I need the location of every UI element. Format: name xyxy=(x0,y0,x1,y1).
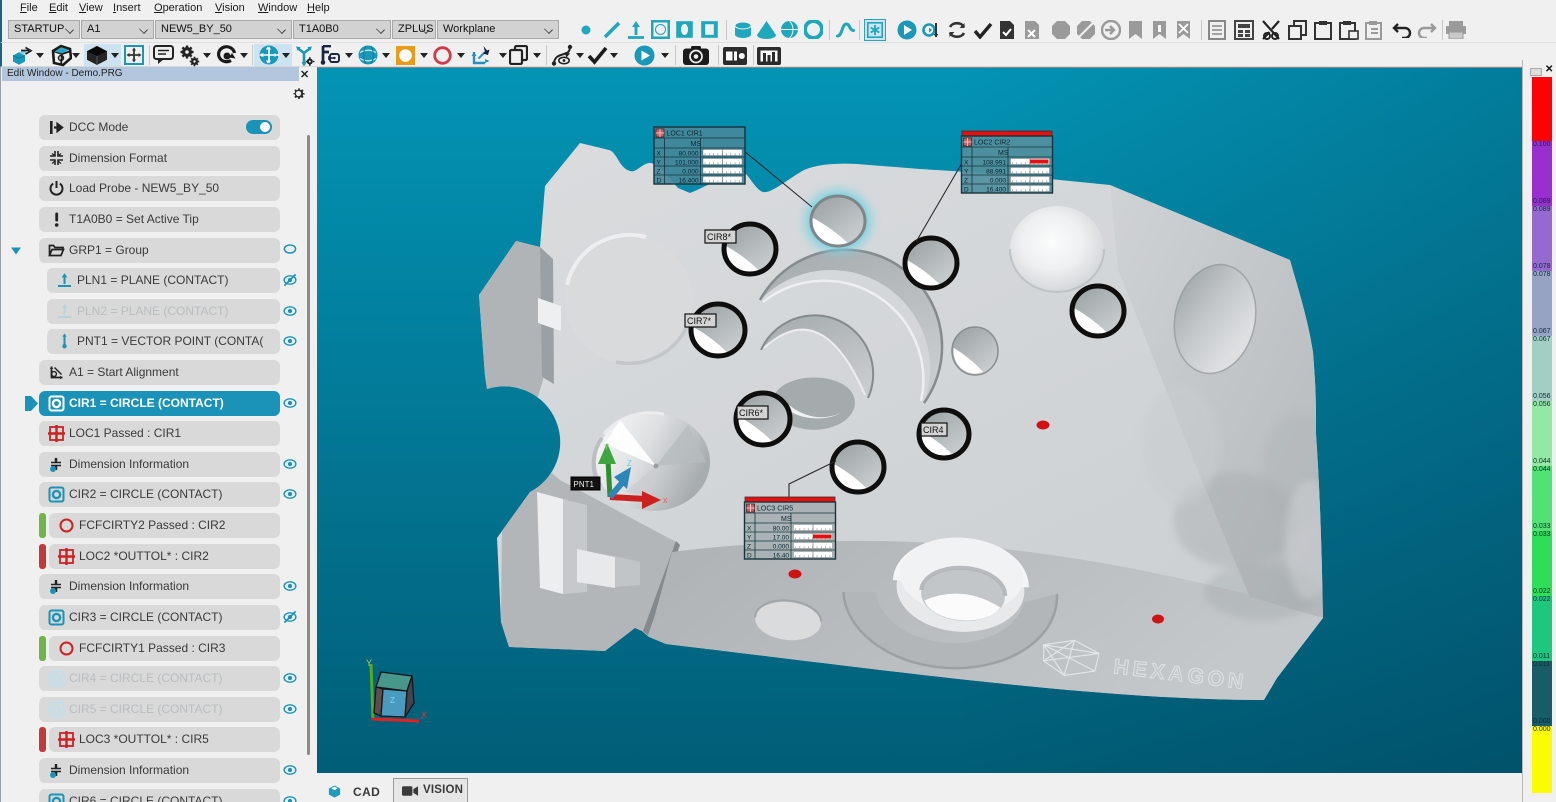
svg-text:CIR8*: CIR8* xyxy=(707,232,732,242)
svg-text:X: X xyxy=(964,160,969,167)
svg-text:Y: Y xyxy=(657,160,662,167)
svg-text:80.00: 80.00 xyxy=(773,526,790,533)
svg-text:0.000: 0.000 xyxy=(773,544,790,551)
svg-text:D: D xyxy=(657,178,662,185)
svg-text:Z: Z xyxy=(964,178,968,185)
svg-text:X: X xyxy=(421,710,427,720)
svg-text:Z: Z xyxy=(627,459,632,468)
svg-text:D: D xyxy=(747,553,752,560)
svg-text:80.000: 80.000 xyxy=(679,151,699,158)
svg-text:Z: Z xyxy=(390,696,395,705)
svg-text:Y: Y xyxy=(964,169,969,176)
svg-text:CIR6*: CIR6* xyxy=(739,408,764,418)
svg-text:0.000: 0.000 xyxy=(990,178,1007,185)
svg-text:PNT1: PNT1 xyxy=(574,480,595,489)
svg-text:Y: Y xyxy=(604,443,610,452)
svg-text:101.000: 101.000 xyxy=(675,160,699,167)
svg-text:X: X xyxy=(747,526,752,533)
svg-text:LOC3 CIR5: LOC3 CIR5 xyxy=(757,506,793,513)
svg-text:X: X xyxy=(657,151,662,158)
svg-text:MS: MS xyxy=(998,150,1009,157)
svg-text:CIR4: CIR4 xyxy=(923,425,944,435)
svg-text:16.400: 16.400 xyxy=(679,178,699,185)
svg-text:17.00: 17.00 xyxy=(773,535,790,542)
svg-text:16.400: 16.400 xyxy=(986,187,1006,194)
svg-text:108.991: 108.991 xyxy=(983,160,1007,167)
svg-text:MS: MS xyxy=(781,516,792,523)
svg-text:CIR7*: CIR7* xyxy=(687,316,712,326)
svg-text:Z: Z xyxy=(657,169,661,176)
svg-text:16.40: 16.40 xyxy=(773,553,790,560)
svg-text:88.991: 88.991 xyxy=(986,169,1006,176)
svg-text:D: D xyxy=(964,187,969,194)
svg-text:x: x xyxy=(663,495,668,505)
svg-text:LOC2 CIR2: LOC2 CIR2 xyxy=(974,140,1010,147)
svg-text:LOC1 CIR1: LOC1 CIR1 xyxy=(667,131,703,138)
svg-text:Y: Y xyxy=(747,535,752,542)
svg-text:0.000: 0.000 xyxy=(682,169,699,176)
svg-text:MS: MS xyxy=(691,141,702,148)
svg-text:Z: Z xyxy=(747,544,751,551)
svg-text:Y: Y xyxy=(366,658,372,668)
